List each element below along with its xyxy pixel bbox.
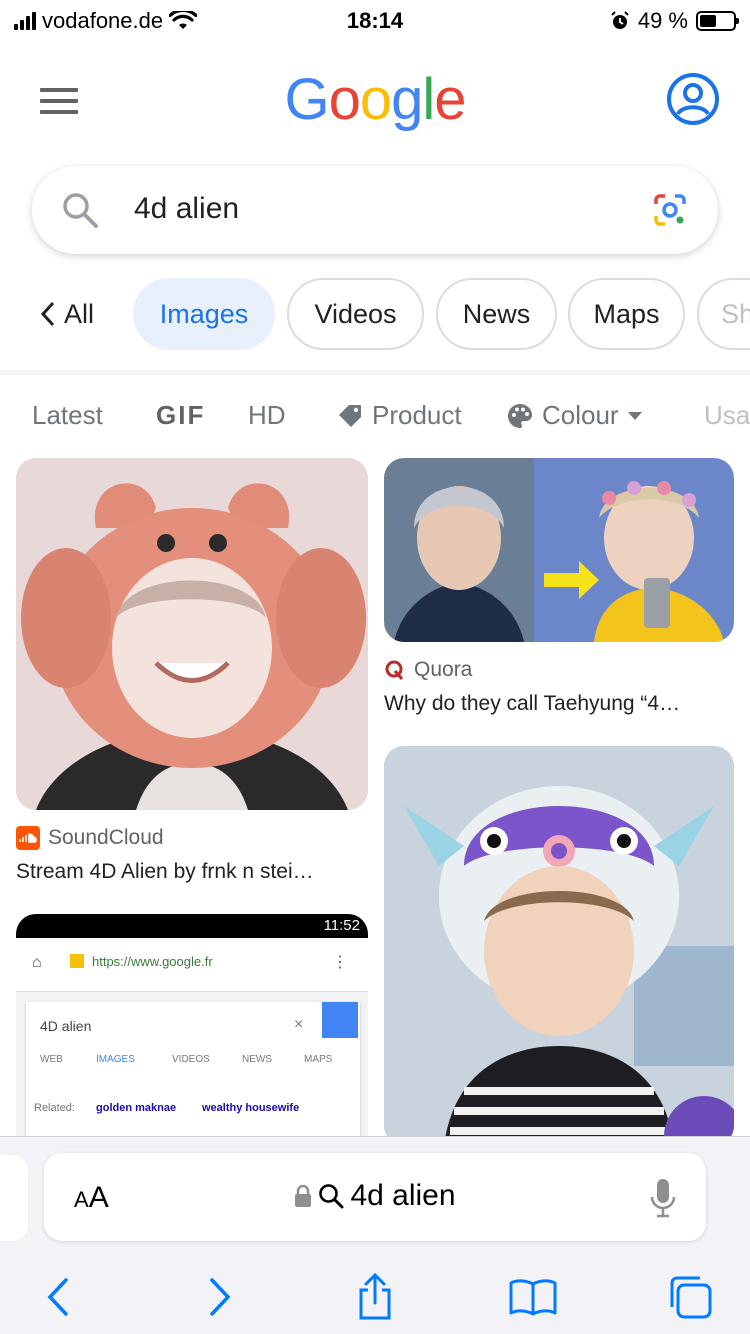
pufferfish-hat-photo	[384, 746, 734, 1146]
search-input[interactable]: 4d alien	[134, 192, 239, 226]
result-title-quora[interactable]: Why do they call Taehyung “4…	[384, 692, 680, 716]
image-filters: Latest GIF HD Product Colour Usa	[0, 396, 750, 440]
tab-videos[interactable]: Videos	[287, 278, 424, 350]
source-name: SoundCloud	[48, 826, 164, 849]
microphone-icon[interactable]	[648, 1177, 678, 1219]
logo-letter: G	[284, 67, 329, 132]
safari-toolbar: AA 4d alien	[0, 1136, 750, 1334]
thumb-clear-icon: ×	[294, 1016, 304, 1033]
back-arrow-icon[interactable]	[28, 1267, 88, 1327]
status-right: 49 %	[610, 8, 739, 34]
thumb-tab: IMAGES	[96, 1054, 135, 1065]
thumb-tab: VIDEOS	[172, 1054, 210, 1065]
previous-tab-preview[interactable]	[0, 1155, 28, 1241]
filter-gif[interactable]: GIF	[156, 400, 205, 431]
result-image-screenshot[interactable]: 11:52 ⌂ https://www.google.fr ⋮ 4D alien…	[16, 914, 368, 1146]
thumb-search-button	[322, 1002, 358, 1038]
thumb-url: https://www.google.fr	[92, 954, 213, 969]
quora-icon	[385, 660, 404, 680]
thumb-related-label: Related:	[34, 1102, 75, 1114]
tab-shopping[interactable]: Sh	[697, 278, 750, 350]
account-circle-icon[interactable]	[666, 72, 720, 126]
tabs-icon[interactable]	[660, 1267, 720, 1327]
thumb-tab: MAPS	[304, 1054, 333, 1065]
thumb-tabs: WEB IMAGES VIDEOS NEWS MAPS	[26, 1054, 360, 1076]
tab-back-label: All	[64, 298, 95, 329]
result-image-pufferfish[interactable]	[384, 746, 734, 1146]
result-source-quora[interactable]: Quora	[384, 658, 472, 682]
thumb-related-item: wealthy housewife	[202, 1102, 300, 1114]
filter-product-label: Product	[372, 400, 462, 430]
filter-usage[interactable]: Usa	[704, 400, 750, 431]
thumb-tab: NEWS	[242, 1054, 272, 1065]
filter-hd[interactable]: HD	[248, 400, 286, 431]
result-image-soundcloud[interactable]	[16, 458, 368, 810]
status-bar: vodafone.de 18:14 49 %	[0, 0, 750, 44]
tag-icon	[339, 404, 361, 427]
result-image-quora[interactable]	[384, 458, 734, 642]
comparison-photo	[384, 458, 734, 642]
address-text: 4d alien	[350, 1179, 456, 1212]
result-source-soundcloud[interactable]: SoundCloud	[16, 826, 164, 850]
thumb-status-time: 11:52	[323, 917, 360, 934]
filter-product[interactable]: Product	[336, 400, 462, 431]
battery-percent: 49 %	[637, 8, 688, 33]
bookmarks-icon[interactable]	[503, 1267, 563, 1327]
filter-colour-label: Colour	[542, 400, 619, 430]
thumb-favicon	[70, 954, 84, 968]
address-display[interactable]: 4d alien	[44, 1179, 706, 1213]
thumb-status-bar: 11:52	[16, 914, 368, 938]
search-box[interactable]: 4d alien	[32, 166, 718, 254]
logo-letter: g	[391, 67, 423, 132]
tab-maps[interactable]: Maps	[568, 278, 685, 350]
tab-back-all[interactable]: All	[40, 278, 110, 350]
thumb-tab: WEB	[40, 1054, 63, 1065]
battery-icon	[696, 11, 739, 31]
logo-letter: o	[359, 67, 392, 132]
soundcloud-icon	[16, 826, 40, 850]
search-icon	[319, 1184, 344, 1209]
search-icon[interactable]	[60, 190, 100, 230]
crab-hat-photo	[16, 458, 368, 810]
share-icon[interactable]	[345, 1267, 405, 1327]
address-bar[interactable]: AA 4d alien	[44, 1153, 706, 1241]
thumb-browser-bar: ⌂ https://www.google.fr ⋮	[16, 938, 368, 992]
tab-news[interactable]: News	[436, 278, 557, 350]
thumb-home-icon: ⌂	[32, 954, 42, 971]
search-tabs: All Images Videos News Maps Sh	[0, 278, 750, 350]
google-lens-icon[interactable]	[650, 190, 690, 230]
result-title-soundcloud[interactable]: Stream 4D Alien by frnk n stei…	[16, 860, 314, 884]
thumb-menu-icon: ⋮	[332, 954, 348, 971]
forward-arrow-icon[interactable]	[190, 1267, 250, 1327]
filter-latest[interactable]: Latest	[32, 400, 103, 431]
thumb-search-panel: 4D alien × WEB IMAGES VIDEOS NEWS MAPS R…	[26, 1002, 360, 1136]
logo-letter: l	[422, 67, 435, 132]
logo-letter: e	[434, 67, 466, 132]
thumb-related-item: golden maknae	[96, 1102, 177, 1114]
source-name: Quora	[414, 658, 473, 681]
google-logo[interactable]: Google	[0, 66, 750, 133]
thumb-query: 4D alien	[40, 1018, 92, 1034]
tab-images[interactable]: Images	[133, 278, 275, 350]
section-divider	[0, 370, 750, 375]
filter-colour[interactable]: Colour	[506, 400, 643, 431]
alarm-icon	[611, 11, 629, 29]
dropdown-arrow-icon	[627, 411, 642, 420]
lock-icon	[295, 1184, 312, 1207]
palette-icon	[508, 403, 532, 428]
chevron-left-icon	[40, 301, 55, 327]
logo-letter: o	[328, 67, 361, 132]
